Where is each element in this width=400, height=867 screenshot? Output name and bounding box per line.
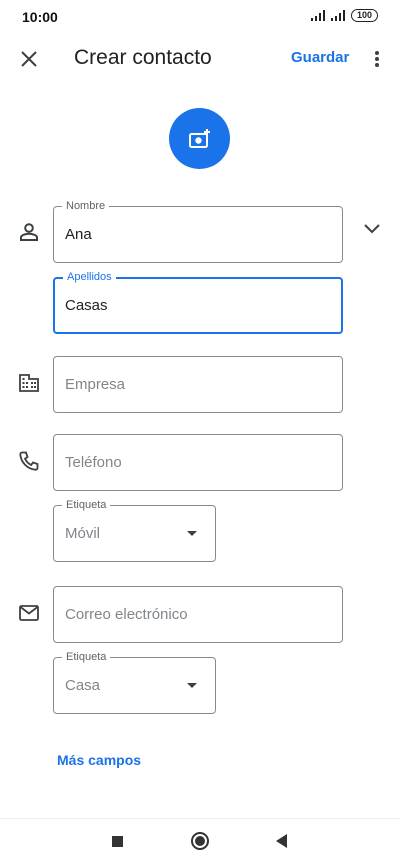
recents-icon[interactable] <box>112 836 123 847</box>
more-fields-button[interactable]: Más campos <box>57 752 141 768</box>
first-name-value: Ana <box>65 226 92 243</box>
status-icons: 100 <box>310 9 378 22</box>
add-photo-button[interactable] <box>169 108 230 169</box>
phone-icon <box>19 451 39 471</box>
email-icon <box>19 605 39 621</box>
last-name-label: Apellidos <box>63 270 116 284</box>
email-field[interactable]: Correo electrónico <box>53 586 343 643</box>
email-type-label: Etiqueta <box>62 650 111 664</box>
last-name-value: Casas <box>65 297 108 314</box>
phone-type-select[interactable]: Etiqueta Móvil <box>53 498 216 562</box>
first-name-field[interactable]: Nombre Ana <box>53 199 343 263</box>
business-icon <box>19 374 39 392</box>
company-field[interactable]: Empresa <box>53 356 343 413</box>
company-placeholder: Empresa <box>65 376 126 393</box>
phone-type-label: Etiqueta <box>62 498 111 512</box>
add-photo-icon <box>188 128 210 148</box>
close-icon[interactable] <box>18 48 40 70</box>
person-icon <box>20 223 38 241</box>
phone-field[interactable]: Teléfono <box>53 434 343 491</box>
save-button[interactable]: Guardar <box>291 49 349 66</box>
signal-icon <box>310 10 325 21</box>
dropdown-arrow-icon <box>187 683 197 688</box>
email-placeholder: Correo electrónico <box>65 606 188 623</box>
email-type-value: Casa <box>65 677 101 694</box>
phone-placeholder: Teléfono <box>65 454 122 471</box>
email-type-select[interactable]: Etiqueta Casa <box>53 650 216 714</box>
last-name-field[interactable]: Apellidos Casas <box>53 270 343 334</box>
home-icon[interactable] <box>191 832 209 850</box>
back-icon[interactable] <box>276 834 287 848</box>
status-time: 10:00 <box>22 9 58 25</box>
expand-chevron-icon[interactable] <box>362 222 382 236</box>
phone-type-value: Móvil <box>65 525 101 542</box>
first-name-label: Nombre <box>62 199 110 213</box>
battery-indicator: 100 <box>350 9 378 22</box>
more-options-icon[interactable] <box>369 48 385 70</box>
signal-icon-2 <box>330 10 345 21</box>
page-title: Crear contacto <box>74 46 212 69</box>
dropdown-arrow-icon <box>187 531 197 536</box>
